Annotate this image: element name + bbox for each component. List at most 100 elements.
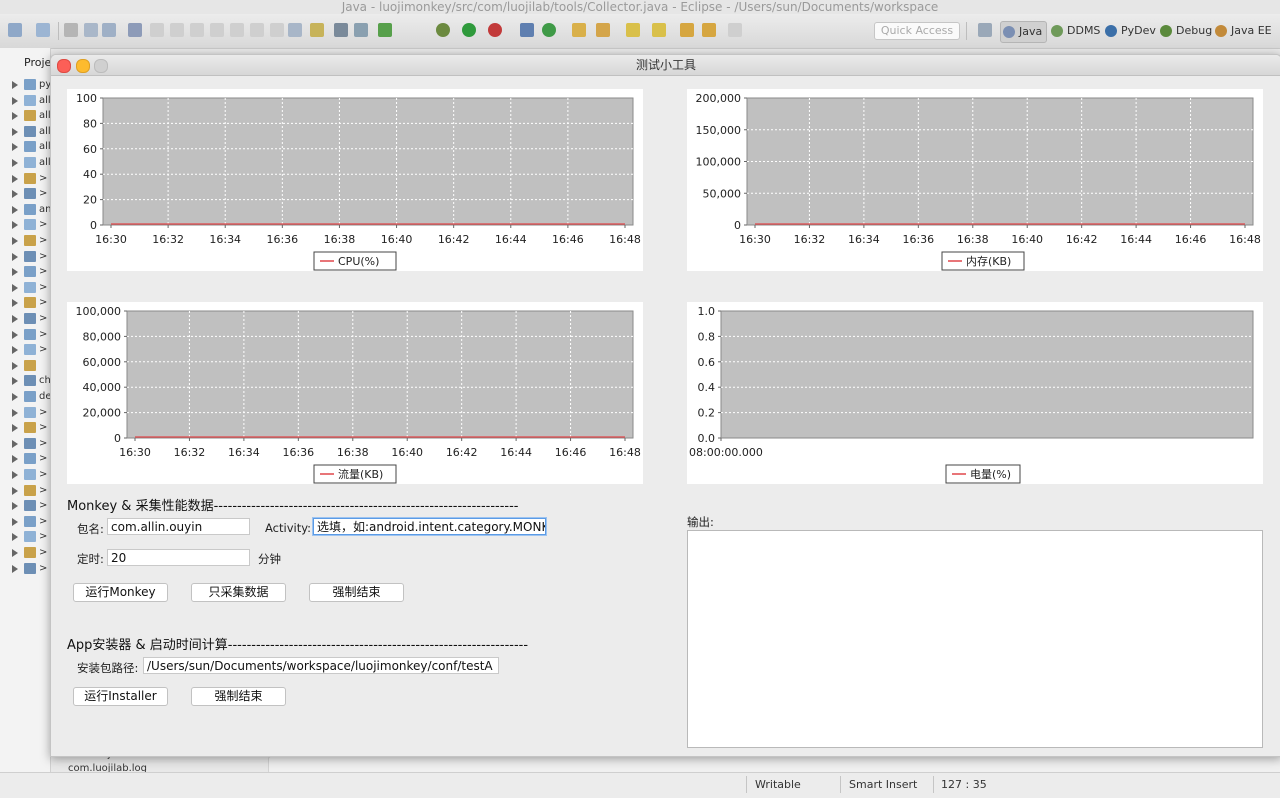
tree-item[interactable]: > (12, 250, 50, 264)
expand-triangle-icon[interactable] (12, 221, 18, 230)
expand-triangle-icon[interactable] (12, 408, 18, 417)
package-name-field[interactable]: com.allin.ouyin (107, 518, 250, 535)
step-into-icon[interactable] (210, 23, 224, 37)
expand-triangle-icon[interactable] (12, 533, 18, 542)
tree-item[interactable]: > (12, 312, 50, 326)
perspective-debug[interactable]: Debug (1158, 21, 1212, 41)
install-apk-icon[interactable] (334, 23, 348, 37)
tree-item[interactable]: > (12, 530, 50, 544)
expand-triangle-icon[interactable] (12, 517, 18, 526)
expand-triangle-icon[interactable] (12, 190, 18, 199)
tree-item[interactable]: > (12, 499, 50, 513)
android-sdk-icon[interactable] (354, 23, 368, 37)
tree-item[interactable]: all (12, 125, 51, 139)
suspend-icon[interactable] (170, 23, 184, 37)
expand-triangle-icon[interactable] (12, 315, 18, 323)
perspective-ddms[interactable]: DDMS (1049, 21, 1100, 41)
drop-to-frame-icon[interactable] (270, 23, 284, 37)
edit-icon[interactable] (596, 23, 610, 37)
checkbox-task-icon[interactable] (378, 23, 392, 37)
tree-item[interactable] (12, 359, 50, 373)
open-task-icon[interactable] (310, 23, 324, 37)
expand-triangle-icon[interactable] (12, 252, 18, 261)
perspective-pydev[interactable]: PyDev (1103, 21, 1156, 41)
annotation-prev-icon[interactable] (652, 23, 666, 37)
annotation-next-icon[interactable] (626, 23, 640, 37)
tree-item[interactable]: > (12, 437, 50, 451)
expand-triangle-icon[interactable] (12, 237, 18, 245)
terminate-icon[interactable] (190, 23, 204, 37)
history-back-icon[interactable] (702, 23, 716, 37)
tree-item[interactable]: > (12, 172, 50, 186)
expand-triangle-icon[interactable] (12, 486, 18, 495)
expand-triangle-icon[interactable] (12, 283, 18, 292)
tree-item[interactable]: > (12, 562, 50, 576)
expand-triangle-icon[interactable] (12, 564, 18, 573)
step-return-icon[interactable] (250, 23, 264, 37)
run-monkey-button[interactable]: 运行Monkey (73, 583, 168, 602)
run-icon[interactable] (462, 23, 476, 37)
expand-triangle-icon[interactable] (12, 127, 18, 136)
expand-triangle-icon[interactable] (12, 455, 18, 464)
new-file-icon[interactable] (8, 23, 22, 37)
expand-triangle-icon[interactable] (12, 439, 18, 448)
quick-access-input[interactable]: Quick Access (874, 22, 960, 40)
collect-only-button[interactable]: 只采集数据 (191, 583, 286, 602)
expand-triangle-icon[interactable] (12, 96, 18, 105)
expand-triangle-icon[interactable] (12, 393, 18, 401)
expand-triangle-icon[interactable] (12, 377, 18, 386)
tree-item[interactable]: > (12, 406, 50, 420)
open-perspective-icon[interactable] (978, 23, 992, 37)
tree-item[interactable]: py (12, 78, 51, 92)
expand-triangle-icon[interactable] (12, 471, 18, 479)
expand-triangle-icon[interactable] (12, 502, 18, 511)
tree-item[interactable]: de (12, 390, 52, 404)
perspective-java[interactable]: Java (1000, 21, 1048, 43)
step-over-icon[interactable] (230, 23, 244, 37)
run-installer-button[interactable]: 运行Installer (73, 687, 168, 706)
perspective-java-ee[interactable]: Java EE (1213, 21, 1272, 41)
tree-item[interactable]: > (12, 218, 50, 232)
tree-item[interactable]: > (12, 265, 50, 279)
expand-triangle-icon[interactable] (12, 143, 18, 152)
expand-triangle-icon[interactable] (12, 549, 18, 557)
installer-force-stop-button[interactable]: 强制结束 (191, 687, 286, 706)
tree-item[interactable]: > (12, 484, 50, 498)
tree-item[interactable]: all (12, 109, 51, 123)
new-class-icon[interactable] (520, 23, 534, 37)
tree-item[interactable]: ch (12, 374, 51, 388)
save-icon[interactable] (64, 23, 78, 37)
tree-item[interactable]: > (12, 187, 50, 201)
expand-triangle-icon[interactable] (12, 174, 18, 183)
tree-item[interactable]: > (12, 281, 50, 295)
expand-triangle-icon[interactable] (12, 361, 18, 370)
debug-icon[interactable] (436, 23, 450, 37)
tree-item[interactable]: all (12, 156, 51, 170)
monkey-force-stop-button[interactable]: 强制结束 (309, 583, 404, 602)
expand-triangle-icon[interactable] (12, 205, 18, 214)
tree-item[interactable]: > (12, 343, 50, 357)
skip-breakpoints-icon[interactable] (128, 23, 142, 37)
resume-icon[interactable] (150, 23, 164, 37)
activity-field[interactable]: 选填，如:android.intent.category.MONKEY (313, 518, 546, 535)
expand-triangle-icon[interactable] (12, 424, 18, 433)
tree-item[interactable]: > (12, 546, 50, 560)
expand-triangle-icon[interactable] (12, 159, 18, 167)
forward-arrow-icon[interactable] (728, 23, 742, 37)
tree-item[interactable]: > (12, 296, 50, 310)
tree-item[interactable]: > (12, 452, 50, 466)
tree-item[interactable]: > (12, 234, 50, 248)
run-external-icon[interactable] (488, 23, 502, 37)
tree-item[interactable]: > (12, 328, 50, 342)
tree-item[interactable]: all (12, 94, 51, 108)
tree-item[interactable]: > (12, 421, 50, 435)
output-textarea[interactable] (687, 530, 1263, 748)
expand-triangle-icon[interactable] (12, 268, 18, 277)
expand-triangle-icon[interactable] (12, 81, 18, 89)
package-explorer-tab[interactable]: Proje (0, 52, 51, 74)
tree-item[interactable]: all (12, 140, 51, 154)
expand-triangle-icon[interactable] (12, 346, 18, 355)
print-icon[interactable] (102, 23, 116, 37)
install-path-field[interactable]: /Users/sun/Documents/workspace/luojimonk… (143, 657, 499, 674)
expand-triangle-icon[interactable] (12, 112, 18, 121)
